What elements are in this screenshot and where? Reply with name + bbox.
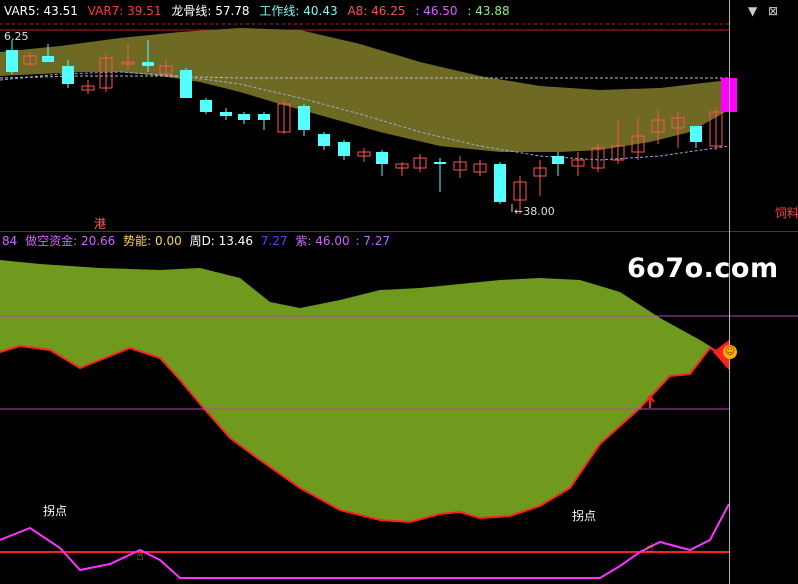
turn-point-right: 拐点 bbox=[572, 509, 597, 523]
smiley-icon: ☺ bbox=[723, 345, 737, 359]
indicator-var7: VAR7: 39.51 bbox=[87, 4, 162, 18]
candle-body bbox=[690, 126, 702, 142]
candle-body bbox=[200, 100, 212, 112]
indicator-momentum: 势能: 0.00 bbox=[123, 234, 182, 248]
candle-body bbox=[338, 142, 350, 156]
watermark: 6o7o.com bbox=[627, 253, 779, 284]
indicator-work-line: 工作线: 40.43 bbox=[259, 4, 338, 18]
indicator-purple: : 46.50 bbox=[415, 4, 458, 18]
hand-icon-right: ☝ bbox=[646, 541, 654, 556]
indicator-chart[interactable] bbox=[0, 248, 798, 584]
candle-body bbox=[258, 114, 270, 120]
indicator-var5: VAR5: 43.51 bbox=[4, 4, 78, 18]
crosshair-vertical bbox=[729, 0, 730, 584]
candle-body bbox=[42, 56, 54, 62]
price-band bbox=[0, 28, 729, 152]
candle-body bbox=[434, 162, 446, 164]
window-menu-icon[interactable]: ▼ bbox=[748, 4, 757, 18]
indicator-short-capital: 做空资金: 20.66 bbox=[25, 234, 116, 248]
indicator-a8: A8: 46.25 bbox=[347, 4, 406, 18]
candle-body bbox=[238, 114, 250, 120]
indicator-84: 84 bbox=[2, 234, 18, 248]
indicator-longgu: 龙骨线: 57.78 bbox=[171, 4, 250, 18]
candle-body bbox=[6, 50, 18, 72]
candle-body bbox=[552, 156, 564, 164]
candle-body bbox=[494, 164, 506, 202]
indicator-blue: 7.27 bbox=[260, 234, 288, 248]
low-price-value: 38.00 bbox=[523, 205, 555, 218]
marker-hk: 港 bbox=[94, 217, 107, 231]
indicator-week-d: 周D: 13.46 bbox=[189, 234, 254, 248]
indicator-green: : 43.88 bbox=[467, 4, 510, 18]
top-indicators: VAR5: 43.51 VAR7: 39.51 龙骨线: 57.78 工作线: … bbox=[4, 4, 510, 18]
candle-body bbox=[318, 134, 330, 146]
candle-body bbox=[220, 112, 232, 116]
price-chart[interactable] bbox=[0, 0, 798, 232]
close-icon[interactable]: ⊠ bbox=[768, 4, 778, 18]
candle-body bbox=[142, 62, 154, 66]
price-high-label: 6.25 bbox=[4, 30, 29, 43]
green-area bbox=[0, 260, 729, 522]
low-price-label: ←38.00 bbox=[514, 205, 555, 218]
candle-body bbox=[376, 152, 388, 164]
sector-label: 饲料 bbox=[775, 206, 798, 220]
candle-body bbox=[62, 66, 74, 84]
indicator-purple-2: : 7.27 bbox=[355, 234, 391, 248]
bottom-indicators: 84 做空资金: 20.66 势能: 0.00 周D: 13.46 7.27 紫… bbox=[2, 234, 390, 248]
indicator-purple-value: 紫: 46.00 bbox=[295, 234, 350, 248]
turn-point-left: 拐点 bbox=[43, 504, 68, 518]
hand-icon: ☝ bbox=[136, 549, 144, 564]
candle-body bbox=[298, 106, 310, 130]
candle-body bbox=[180, 70, 192, 98]
panel-divider bbox=[0, 231, 798, 232]
